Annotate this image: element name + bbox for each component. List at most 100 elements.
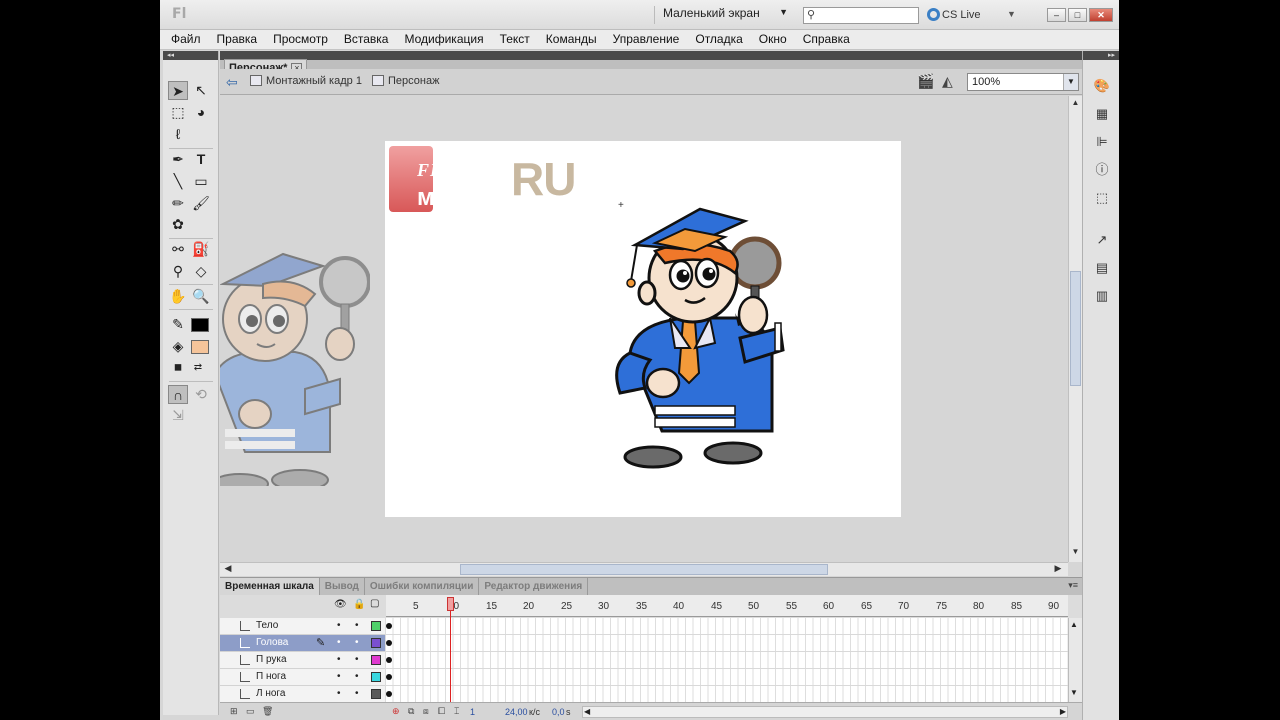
tab-output[interactable]: Вывод	[320, 578, 365, 595]
breadcrumb-scene[interactable]: Монтажный кадр 1	[250, 75, 362, 87]
menu-insert[interactable]: Вставка	[344, 30, 389, 49]
bone-tool-icon[interactable]: ⚯	[168, 240, 188, 259]
scroll-right-icon[interactable]: ▶	[1052, 563, 1064, 575]
lock-dot[interactable]: •	[355, 654, 359, 665]
brush-tool-icon[interactable]: 🖌	[191, 194, 211, 213]
character-graphic[interactable]	[615, 203, 795, 471]
scroll-thumb[interactable]	[1070, 271, 1081, 386]
line-tool-icon[interactable]: ╲	[168, 172, 188, 191]
maximize-button[interactable]: □	[1068, 8, 1087, 22]
new-layer-icon[interactable]: ⊞	[230, 706, 238, 717]
scroll-right-icon[interactable]: ▶	[1060, 707, 1066, 716]
new-folder-icon[interactable]: ▭	[246, 706, 255, 717]
edit-multiple-frames-icon[interactable]: ⧠	[438, 706, 445, 717]
horizontal-scrollbar[interactable]: ◀ ▶	[220, 562, 1068, 576]
delete-layer-icon[interactable]: 🗑	[262, 706, 273, 717]
selection-tool-icon[interactable]: ➤	[168, 81, 188, 100]
onion-skin-icon[interactable]: ⧉	[408, 706, 414, 717]
lock-dot[interactable]: •	[355, 671, 359, 682]
keyframe[interactable]	[386, 657, 392, 663]
lock-dot[interactable]: •	[355, 637, 359, 648]
layer-row[interactable]: Л нога • •	[220, 686, 1068, 703]
visibility-dot[interactable]: •	[337, 671, 341, 682]
3d-rotation-tool-icon[interactable]: ◕	[191, 103, 211, 122]
keyframe[interactable]	[386, 640, 392, 646]
lock-dot[interactable]: •	[355, 620, 359, 631]
text-tool-icon[interactable]: T	[191, 150, 211, 169]
layer-row[interactable]: П нога • •	[220, 669, 1068, 686]
layer-frames[interactable]	[386, 618, 1068, 635]
lock-dot[interactable]: •	[355, 688, 359, 699]
layer-row[interactable]: Голова ✎ • •	[220, 635, 1068, 652]
timeline-vertical-scrollbar[interactable]: ▲ ▼	[1068, 618, 1082, 702]
breadcrumb-symbol[interactable]: Персонаж	[372, 75, 439, 87]
layer-color-swatch[interactable]	[371, 638, 381, 648]
menu-modify[interactable]: Модификация	[404, 30, 483, 49]
align-panel-icon[interactable]: ⊫	[1093, 133, 1111, 151]
default-colors-icon[interactable]: ◼	[168, 358, 188, 377]
layer-row[interactable]: Тело • •	[220, 618, 1068, 635]
transform-panel-icon[interactable]: ⬚	[1093, 189, 1111, 207]
tab-timeline[interactable]: Временная шкала	[220, 578, 320, 595]
layer-name-cell[interactable]: Л нога • •	[220, 686, 385, 703]
pen-tool-icon[interactable]: ✒	[168, 150, 188, 169]
zoom-select[interactable]: 100% ▼	[967, 73, 1079, 91]
visibility-dot[interactable]: •	[337, 654, 341, 665]
layer-color-swatch[interactable]	[371, 672, 381, 682]
layer-name-cell[interactable]: Тело • •	[220, 618, 385, 635]
stroke-color-swatch[interactable]	[191, 318, 209, 332]
stage[interactable]: FLASH масте RU +	[385, 141, 901, 517]
panel-menu-icon[interactable]: ▾≡	[1068, 580, 1078, 591]
minimize-button[interactable]: –	[1047, 8, 1066, 22]
panel-collapse-icon[interactable]: ◂◂	[163, 51, 218, 60]
keyframe[interactable]	[386, 674, 392, 680]
pencil-tool-icon[interactable]: ✏	[168, 194, 188, 213]
menu-commands[interactable]: Команды	[546, 30, 597, 49]
swap-colors-icon[interactable]: ⇄	[188, 358, 208, 377]
scroll-down-icon[interactable]: ▼	[1070, 688, 1078, 697]
straighten-icon[interactable]: ⇲	[168, 406, 188, 425]
frame-rate[interactable]: 24,00	[505, 707, 528, 717]
library-panel-icon[interactable]: ▥	[1093, 287, 1111, 305]
visibility-dot[interactable]: •	[337, 620, 341, 631]
keyframe[interactable]	[386, 623, 392, 629]
info-panel-icon[interactable]: ⓘ	[1093, 161, 1111, 179]
rectangle-tool-icon[interactable]: ▭	[191, 172, 211, 191]
scroll-thumb[interactable]	[460, 564, 828, 575]
onion-skin-outlines-icon[interactable]: ⧈	[423, 706, 429, 717]
visibility-dot[interactable]: •	[337, 637, 341, 648]
frame-ruler[interactable]: 5 10 15 20 25 30 35 40 45 50 55 60 65 70…	[386, 595, 1068, 617]
menu-window[interactable]: Окно	[759, 30, 787, 49]
swatches-panel-icon[interactable]: ▦	[1093, 105, 1111, 123]
hand-tool-icon[interactable]: ✋	[168, 287, 188, 306]
tab-motion-editor[interactable]: Редактор движения	[479, 578, 589, 595]
layer-frames[interactable]	[386, 686, 1068, 703]
menu-edit[interactable]: Правка	[217, 30, 258, 49]
snap-magnet-icon[interactable]: ∩	[168, 385, 188, 404]
lasso-tool-icon[interactable]: ℓ	[168, 125, 188, 144]
scroll-left-icon[interactable]: ◀	[584, 707, 590, 716]
scroll-left-icon[interactable]: ◀	[222, 563, 234, 575]
edit-symbol-icon[interactable]: ◭	[942, 73, 953, 90]
menu-control[interactable]: Управление	[613, 30, 680, 49]
eyedropper-tool-icon[interactable]: ⚲	[168, 262, 188, 281]
tab-compiler-errors[interactable]: Ошибки компиляции	[365, 578, 480, 595]
scroll-down-icon[interactable]: ▼	[1070, 547, 1081, 559]
menu-help[interactable]: Справка	[803, 30, 850, 49]
close-button[interactable]: ✕	[1089, 8, 1113, 22]
search-input[interactable]	[818, 9, 916, 22]
scroll-up-icon[interactable]: ▲	[1070, 98, 1081, 110]
zoom-tool-icon[interactable]: 🔍	[191, 287, 211, 306]
menu-file[interactable]: Файл	[171, 30, 201, 49]
menu-view[interactable]: Просмотр	[273, 30, 328, 49]
subselection-tool-icon[interactable]: ↖	[191, 81, 211, 100]
layer-color-swatch[interactable]	[371, 689, 381, 699]
smooth-icon[interactable]: ⟲	[191, 385, 211, 404]
panel-expand-icon[interactable]: ▸▸	[1083, 51, 1119, 60]
current-frame[interactable]: 1	[470, 707, 475, 717]
eraser-tool-icon[interactable]: ◇	[191, 262, 211, 281]
visibility-dot[interactable]: •	[337, 688, 341, 699]
playhead-handle[interactable]	[447, 597, 454, 611]
menu-text[interactable]: Текст	[500, 30, 530, 49]
back-arrow-icon[interactable]: ⇦	[226, 74, 238, 91]
